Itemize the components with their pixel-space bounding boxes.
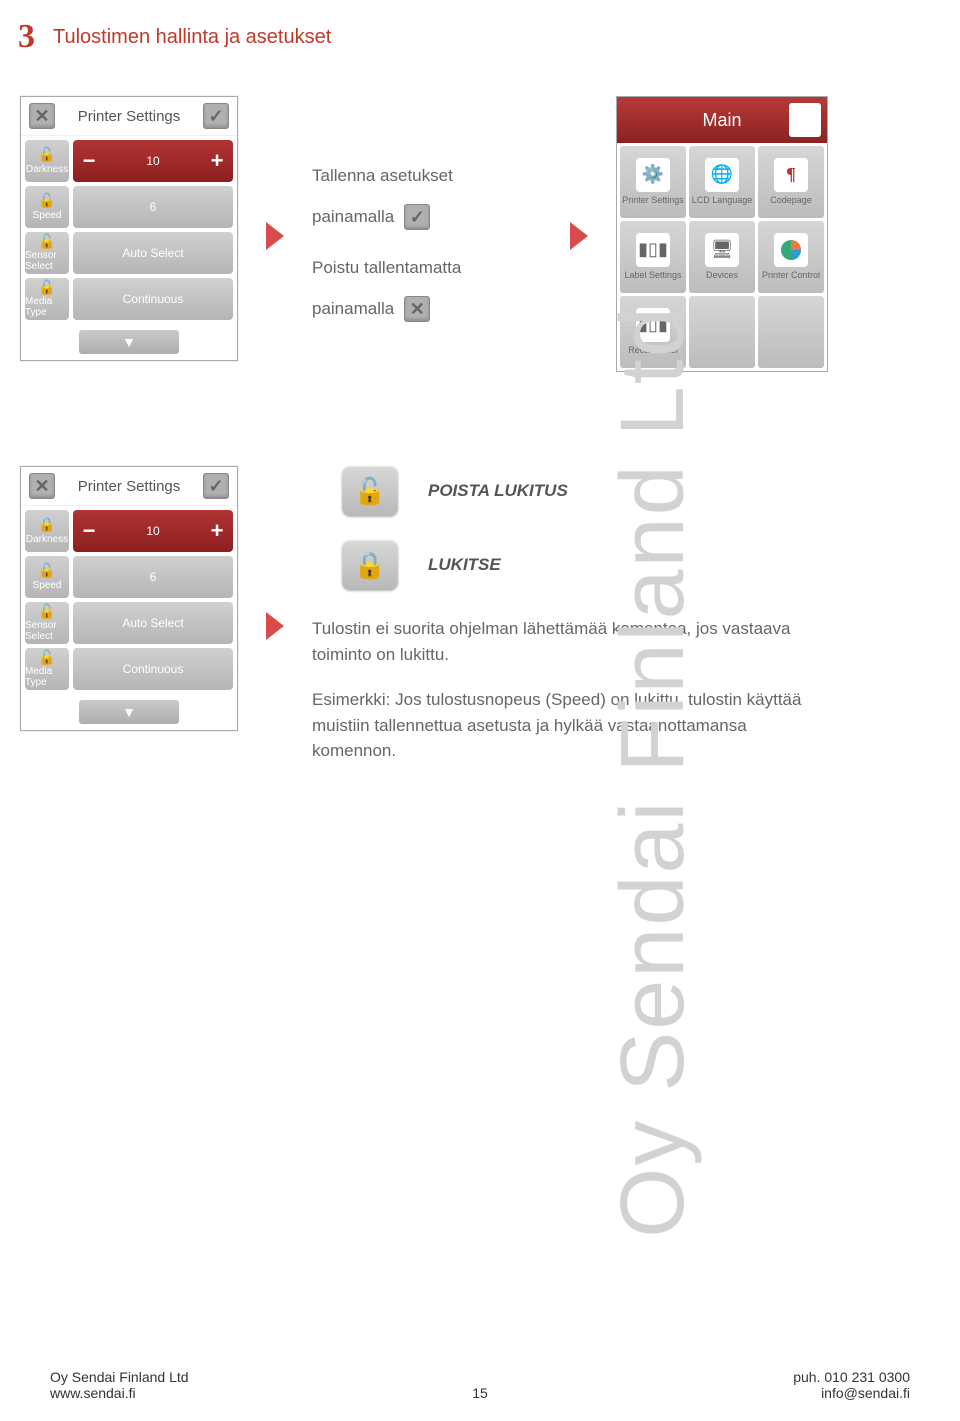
arrow-right-icon xyxy=(266,222,284,250)
setting-label: Darkness xyxy=(26,534,68,545)
lock-button[interactable]: 🔓 Darkness xyxy=(25,140,69,182)
lock-button[interactable]: 🔓 Media Type xyxy=(25,648,69,690)
setting-row-darkness: 🔓 Darkness − 10 + xyxy=(25,140,233,182)
main-menu-header: Main 🖨 xyxy=(617,97,827,143)
gear-icon: ⚙️ xyxy=(636,158,670,192)
chapter-number: 3 xyxy=(18,18,35,56)
watermark: Oy Sendai Finland Ltd xyxy=(602,305,705,1238)
arrow-right-icon xyxy=(266,612,284,640)
open-lock-icon: 🔓 xyxy=(38,234,55,249)
menu-empty xyxy=(758,296,824,368)
save-icon xyxy=(404,204,430,230)
page-footer: Oy Sendai Finland Ltd www.sendai.fi 15 p… xyxy=(50,1369,910,1401)
setting-label: Speed xyxy=(33,580,62,591)
save-icon[interactable] xyxy=(203,103,229,129)
printer-icon[interactable]: 🖨 xyxy=(789,103,821,137)
code-icon: ¶ xyxy=(774,158,808,192)
lock-button[interactable]: 🔓 Sensor Select xyxy=(25,232,69,274)
barcode-icon: ▮▯▮ xyxy=(636,233,670,267)
setting-value[interactable]: 6 xyxy=(73,556,233,598)
setting-value[interactable]: 6 xyxy=(73,186,233,228)
footer-url: www.sendai.fi xyxy=(50,1385,189,1401)
setting-row-sensor: 🔓 Sensor Select Auto Select xyxy=(25,602,233,644)
setting-row-media: 🔓 Media Type Continuous xyxy=(25,648,233,690)
plus-icon[interactable]: + xyxy=(205,149,229,173)
lock-label: LUKITSE xyxy=(428,555,501,575)
setting-label: Sensor Select xyxy=(25,250,69,272)
panel-title: Printer Settings xyxy=(55,478,203,495)
setting-value[interactable]: Continuous xyxy=(73,648,233,690)
setting-label: Media Type xyxy=(25,296,69,318)
footer-email: info@sendai.fi xyxy=(793,1385,910,1401)
lock-button[interactable]: 🔒 Darkness xyxy=(25,510,69,552)
page-number: 15 xyxy=(472,1385,488,1401)
setting-row-speed: 🔓 Speed 6 xyxy=(25,186,233,228)
setting-row-sensor: 🔓 Sensor Select Auto Select xyxy=(25,232,233,274)
lock-button[interactable]: 🔓 Sensor Select xyxy=(25,602,69,644)
unlock-label: POISTA LUKITUS xyxy=(428,481,568,501)
closed-lock-icon: 🔒 xyxy=(38,517,55,532)
page-header: 3 Tulostimen hallinta ja asetukset xyxy=(0,0,960,96)
devices-icon: 🖥 xyxy=(705,233,739,267)
menu-lcd-language[interactable]: 🌐 LCD Language xyxy=(689,146,755,218)
panel-title: Printer Settings xyxy=(55,108,203,125)
menu-printer-control[interactable]: Printer Control xyxy=(758,221,824,293)
scroll-down-button[interactable]: ▼ xyxy=(79,330,179,354)
open-lock-icon: 🔓 xyxy=(38,147,55,162)
close-icon[interactable] xyxy=(29,103,55,129)
open-lock-icon: 🔓 xyxy=(38,193,55,208)
close-icon xyxy=(404,296,430,322)
setting-label: Media Type xyxy=(25,666,69,688)
setting-row-media: 🔓 Media Type Continuous xyxy=(25,278,233,320)
printer-settings-panel: Printer Settings 🔓 Darkness − 10 + 🔓 Spe… xyxy=(20,96,238,361)
closed-lock-icon: 🔒 xyxy=(342,540,398,590)
setting-value[interactable]: Auto Select xyxy=(73,232,233,274)
globe-icon: 🌐 xyxy=(705,158,739,192)
menu-printer-settings[interactable]: ⚙️ Printer Settings xyxy=(620,146,686,218)
open-lock-icon: 🔓 xyxy=(342,466,398,516)
footer-company: Oy Sendai Finland Ltd xyxy=(50,1369,189,1385)
open-lock-icon: 🔓 xyxy=(38,604,55,619)
printer-settings-panel-locked: Printer Settings 🔒 Darkness − 10 + 🔓 Spe… xyxy=(20,466,238,731)
scroll-down-button[interactable]: ▼ xyxy=(79,700,179,724)
minus-icon[interactable]: − xyxy=(77,149,101,173)
lock-button[interactable]: 🔓 Speed xyxy=(25,556,69,598)
instruction-block: Tallenna asetukset painamalla Poistu tal… xyxy=(312,96,542,340)
body-paragraph-1: Tulostin ei suorita ohjelman lähettämää … xyxy=(312,616,830,667)
open-lock-icon: 🔓 xyxy=(38,563,55,578)
lock-button[interactable]: 🔓 Speed xyxy=(25,186,69,228)
menu-label-settings[interactable]: ▮▯▮ Label Settings xyxy=(620,221,686,293)
setting-label: Speed xyxy=(33,210,62,221)
body-paragraph-2: Esimerkki: Jos tulostusnopeus (Speed) on… xyxy=(312,687,830,764)
page-title: Tulostimen hallinta ja asetukset xyxy=(53,26,331,49)
menu-devices[interactable]: 🖥 Devices xyxy=(689,221,755,293)
open-lock-icon: 🔓 xyxy=(38,280,55,295)
pie-chart-icon xyxy=(774,233,808,267)
save-icon[interactable] xyxy=(203,473,229,499)
setting-row-darkness: 🔒 Darkness − 10 + xyxy=(25,510,233,552)
setting-value[interactable]: Auto Select xyxy=(73,602,233,644)
close-icon[interactable] xyxy=(29,473,55,499)
setting-row-speed: 🔓 Speed 6 xyxy=(25,556,233,598)
setting-value[interactable]: − 10 + xyxy=(73,510,233,552)
plus-icon[interactable]: + xyxy=(205,519,229,543)
lock-button[interactable]: 🔓 Media Type xyxy=(25,278,69,320)
arrow-right-icon xyxy=(570,222,588,250)
setting-value[interactable]: − 10 + xyxy=(73,140,233,182)
setting-label: Sensor Select xyxy=(25,620,69,642)
footer-phone: puh. 010 231 0300 xyxy=(793,1369,910,1385)
menu-codepage[interactable]: ¶ Codepage xyxy=(758,146,824,218)
open-lock-icon: 🔓 xyxy=(38,650,55,665)
setting-label: Darkness xyxy=(26,164,68,175)
minus-icon[interactable]: − xyxy=(77,519,101,543)
setting-value[interactable]: Continuous xyxy=(73,278,233,320)
